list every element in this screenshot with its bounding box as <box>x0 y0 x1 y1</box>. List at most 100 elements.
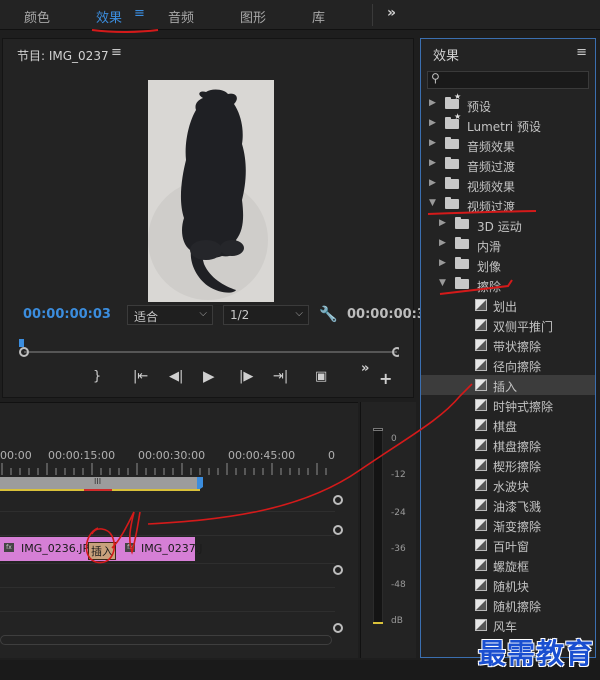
underline-annotation <box>91 29 159 33</box>
effects-tree-label: 划像 <box>477 260 502 274</box>
go-to-in-icon[interactable]: |⇤ <box>133 369 148 384</box>
track-divider <box>0 611 335 612</box>
effects-tree-label: 水波块 <box>493 480 530 494</box>
more-controls-icon[interactable]: » <box>361 361 369 376</box>
effects-tree-item[interactable]: 油漆飞溅 <box>421 495 595 515</box>
transition-insert[interactable]: 插入 <box>88 542 116 560</box>
transition-effect-icon <box>475 359 487 371</box>
tab-effects[interactable]: 效果 <box>96 7 122 26</box>
effects-tree-item[interactable]: ▶ 视频效果 <box>421 175 595 195</box>
effects-tree-item[interactable]: 随机擦除 <box>421 595 595 615</box>
current-timecode[interactable]: 00:00:00:03 <box>23 307 111 322</box>
effects-tree-item[interactable]: ▶ 3D 运动 <box>421 215 595 235</box>
export-frame-icon[interactable]: ▣ <box>315 369 327 384</box>
track-divider <box>0 511 335 512</box>
transition-effect-icon <box>475 299 487 311</box>
effects-tree-item[interactable]: 划出 <box>421 295 595 315</box>
effects-search[interactable]: ⚲ <box>427 71 589 89</box>
effects-tree-item[interactable]: 水波块 <box>421 475 595 495</box>
clip-label: IMG_0237.J <box>141 542 203 555</box>
track-height-knob[interactable] <box>333 525 343 535</box>
effects-tree-item[interactable]: 双侧平推门 <box>421 315 595 335</box>
search-input[interactable] <box>446 73 586 87</box>
effects-tree-item[interactable]: ▶ 内滑 <box>421 235 595 255</box>
step-forward-icon[interactable]: |▶ <box>239 369 253 384</box>
transition-effect-icon <box>475 419 487 431</box>
folder-icon <box>455 237 469 249</box>
effects-tree-label: 内滑 <box>477 240 502 254</box>
monitor-title[interactable]: 节目: IMG_0237 <box>17 47 109 64</box>
fit-dropdown[interactable]: 适合 ⌵ <box>127 305 213 325</box>
tab-graphics[interactable]: 图形 <box>240 7 266 26</box>
track-height-knob[interactable] <box>333 495 343 505</box>
effects-tree-item[interactable]: 径向擦除 <box>421 355 595 375</box>
time-ruler[interactable] <box>0 463 335 475</box>
playhead-marker[interactable] <box>19 339 24 347</box>
monitor-menu-icon[interactable]: ≡ <box>111 45 122 60</box>
effects-panel: 效果 ≡ ⚲ ▶ ★ 预设 ▶ ★ Lumetri 预设 ▶ 音频效果 ▶ 音频过渡 ▶ 视频效果 ▼ 视… <box>420 38 596 658</box>
video-preview <box>148 80 274 302</box>
play-icon[interactable]: ▶ <box>203 367 215 385</box>
effects-tree-item[interactable]: ▶ ★ 预设 <box>421 92 595 115</box>
tab-audio[interactable]: 音频 <box>168 7 194 26</box>
effects-tree-item[interactable]: 渐变擦除 <box>421 515 595 535</box>
effects-tree-item[interactable]: ▶ 音频效果 <box>421 135 595 155</box>
audio-meter: 0 -12 -24 -36 -48 dB <box>360 402 416 658</box>
effects-tree-label: 视频过渡 <box>467 200 516 214</box>
expand-right-icon[interactable]: ▶ <box>429 118 436 128</box>
wrench-icon[interactable]: 🔧 <box>319 305 338 323</box>
transition-effect-icon <box>475 399 487 411</box>
effects-tree-item[interactable]: ▼ 擦除 <box>421 275 595 295</box>
track-height-knob[interactable] <box>333 623 343 633</box>
expand-right-icon[interactable]: ▶ <box>439 258 446 268</box>
expand-down-icon[interactable]: ▼ <box>439 278 446 288</box>
effects-tree-item[interactable]: ▶ ★ Lumetri 预设 <box>421 112 595 135</box>
effects-tree-item[interactable]: ▶ 音频过渡 <box>421 155 595 175</box>
effects-tree-item[interactable]: ▼ 视频过渡 <box>421 195 595 215</box>
folder-icon <box>455 257 469 269</box>
db-label: -12 <box>391 470 406 480</box>
playhead-scrubber[interactable] <box>19 339 399 359</box>
meter-peak <box>373 428 383 431</box>
video-clip-track[interactable]: fx IMG_0236.JPG 插入 fx IMG_0237.J <box>0 537 203 561</box>
go-to-out-icon[interactable]: ⇥| <box>273 369 288 384</box>
star-icon: ★ <box>454 112 462 121</box>
tab-color[interactable]: 颜色 <box>24 7 50 26</box>
more-workspaces-icon[interactable]: » <box>387 5 396 21</box>
tab-libraries[interactable]: 库 <box>312 7 325 26</box>
effects-tree-item[interactable]: 棋盘擦除 <box>421 435 595 455</box>
add-button-icon[interactable]: + <box>379 369 392 388</box>
effects-tree-item[interactable]: 楔形擦除 <box>421 455 595 475</box>
mark-out-icon[interactable]: } <box>93 369 101 384</box>
effects-tree-item[interactable]: 棋盘 <box>421 415 595 435</box>
expand-down-icon[interactable]: ▼ <box>429 198 436 208</box>
effects-tree-label: 插入 <box>493 380 518 394</box>
effects-tree-item[interactable]: 带状擦除 <box>421 335 595 355</box>
fx-badge: fx <box>125 543 135 552</box>
effects-menu-icon[interactable]: ≡ <box>576 45 587 60</box>
effects-tree-item[interactable]: 时钟式擦除 <box>421 395 595 415</box>
track-height-knob[interactable] <box>333 565 343 575</box>
workspace-menu-icon[interactable]: ≡ <box>134 6 145 21</box>
step-back-icon[interactable]: ◀| <box>169 369 183 384</box>
effects-tree-item[interactable]: 插入 <box>421 375 595 395</box>
effects-tree-item[interactable]: 随机块 <box>421 575 595 595</box>
effects-tree-item[interactable]: 百叶窗 <box>421 535 595 555</box>
expand-right-icon[interactable]: ▶ <box>429 138 436 148</box>
effects-tree-item[interactable]: 螺旋框 <box>421 555 595 575</box>
expand-right-icon[interactable]: ▶ <box>439 238 446 248</box>
work-area-grip[interactable]: III <box>94 477 101 486</box>
effects-tree-label: 随机擦除 <box>493 600 542 614</box>
timeline-scrollbar[interactable] <box>0 635 332 645</box>
expand-right-icon[interactable]: ▶ <box>439 218 446 228</box>
transition-effect-icon <box>475 319 487 331</box>
resolution-dropdown[interactable]: 1/2 ⌵ <box>223 305 309 325</box>
expand-right-icon[interactable]: ▶ <box>429 98 436 108</box>
transition-effect-icon <box>475 539 487 551</box>
track-divider <box>0 535 335 536</box>
expand-right-icon[interactable]: ▶ <box>429 158 436 168</box>
expand-right-icon[interactable]: ▶ <box>429 178 436 188</box>
ruler-time: 00:00 <box>0 449 32 462</box>
meter-bar <box>373 428 383 624</box>
effects-tree-item[interactable]: ▶ 划像 <box>421 255 595 275</box>
